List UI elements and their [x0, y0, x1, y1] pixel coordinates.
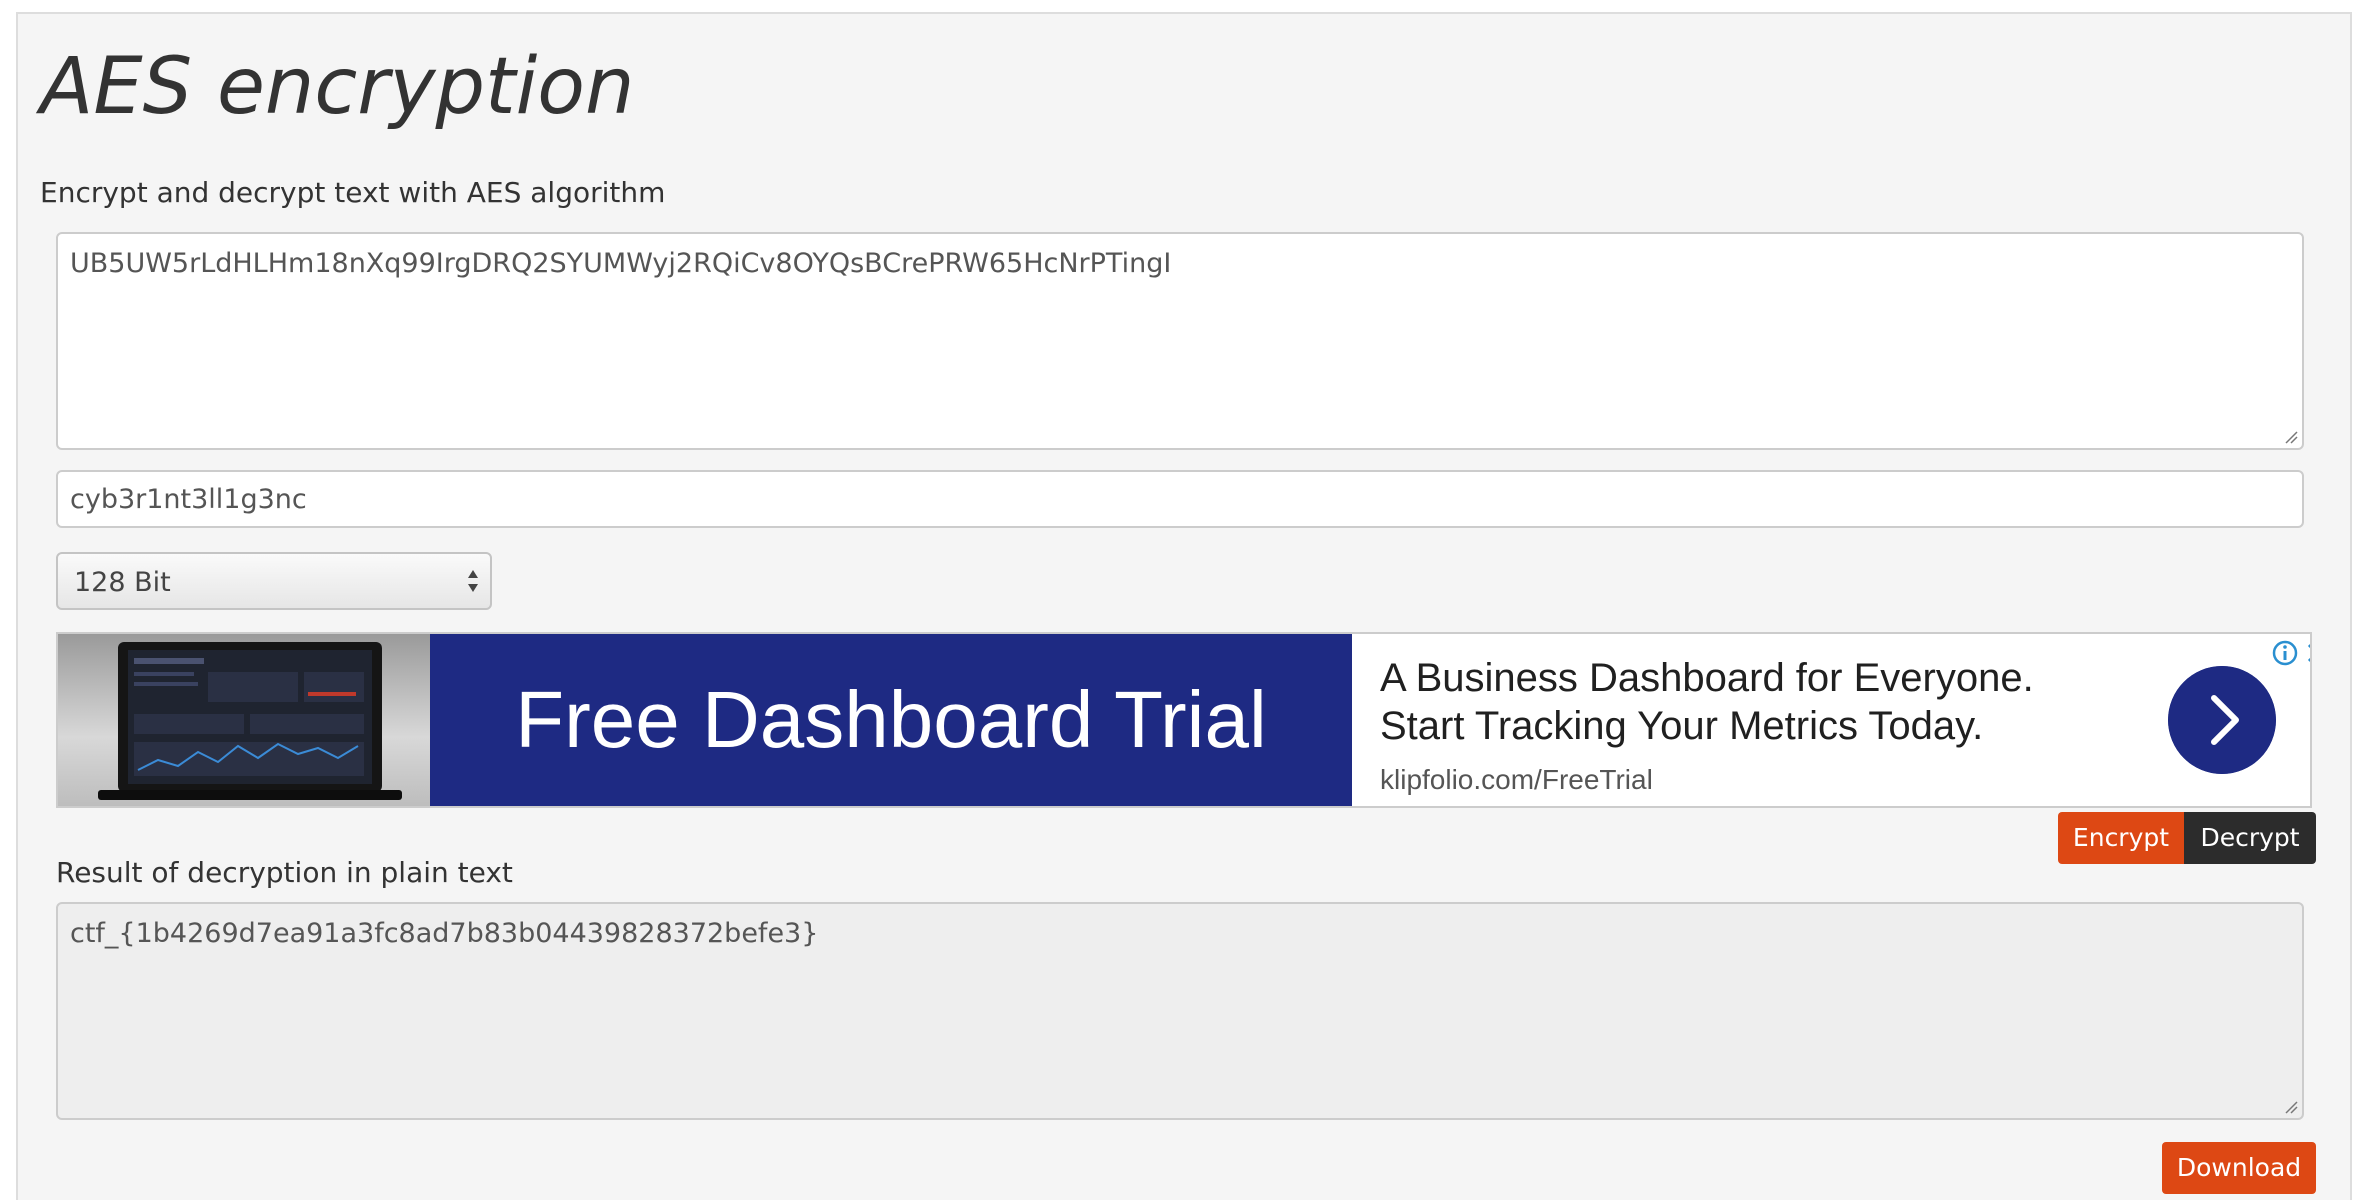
page-title: AES encryption — [40, 42, 635, 132]
key-size-value: 128 Bit — [74, 567, 171, 598]
result-output[interactable]: ctf_{1b4269d7ea91a3fc8ad7b83b04439828372… — [56, 902, 2304, 1120]
key-size-select[interactable]: 128 Bit — [56, 552, 492, 610]
encrypt-button[interactable]: Encrypt — [2058, 812, 2184, 864]
ad-headline-line2: Start Tracking Your Metrics Today. — [1380, 704, 1984, 748]
result-label: Result of decryption in plain text — [56, 856, 513, 889]
result-value: ctf_{1b4269d7ea91a3fc8ad7b83b04439828372… — [70, 918, 819, 949]
ad-headline-line1: A Business Dashboard for Everyone. — [1380, 656, 2034, 700]
info-icon[interactable] — [2270, 638, 2300, 668]
key-value: cyb3r1nt3ll1g3nc — [70, 484, 307, 515]
page-subtitle: Encrypt and decrypt text with AES algori… — [40, 176, 666, 209]
select-arrows-icon — [468, 570, 478, 592]
ad-copy[interactable]: A Business Dashboard for Everyone. Start… — [1380, 654, 2034, 796]
download-button[interactable]: Download — [2162, 1142, 2316, 1194]
ciphertext-input[interactable]: UB5UW5rLdHLHm18nXq99IrgDRQ2SYUMWyj2RQiCv… — [56, 232, 2304, 450]
decrypt-button[interactable]: Decrypt — [2184, 812, 2316, 864]
ad-banner-text: Free Dashboard Trial — [515, 675, 1267, 764]
advertisement[interactable]: Free Dashboard Trial A Business Dashboar… — [56, 632, 2312, 808]
resize-grip-icon[interactable] — [2284, 430, 2298, 444]
ad-url[interactable]: klipfolio.com/FreeTrial — [1380, 764, 2034, 796]
chevron-right-icon[interactable] — [2168, 666, 2276, 774]
key-input[interactable]: cyb3r1nt3ll1g3nc — [56, 470, 2304, 528]
resize-grip-icon[interactable] — [2284, 1100, 2298, 1114]
dashboard-laptop-image — [58, 634, 430, 806]
ad-banner[interactable]: Free Dashboard Trial — [430, 634, 1352, 806]
close-icon[interactable] — [2302, 638, 2312, 668]
ciphertext-value: UB5UW5rLdHLHm18nXq99IrgDRQ2SYUMWyj2RQiCv… — [70, 248, 1172, 279]
